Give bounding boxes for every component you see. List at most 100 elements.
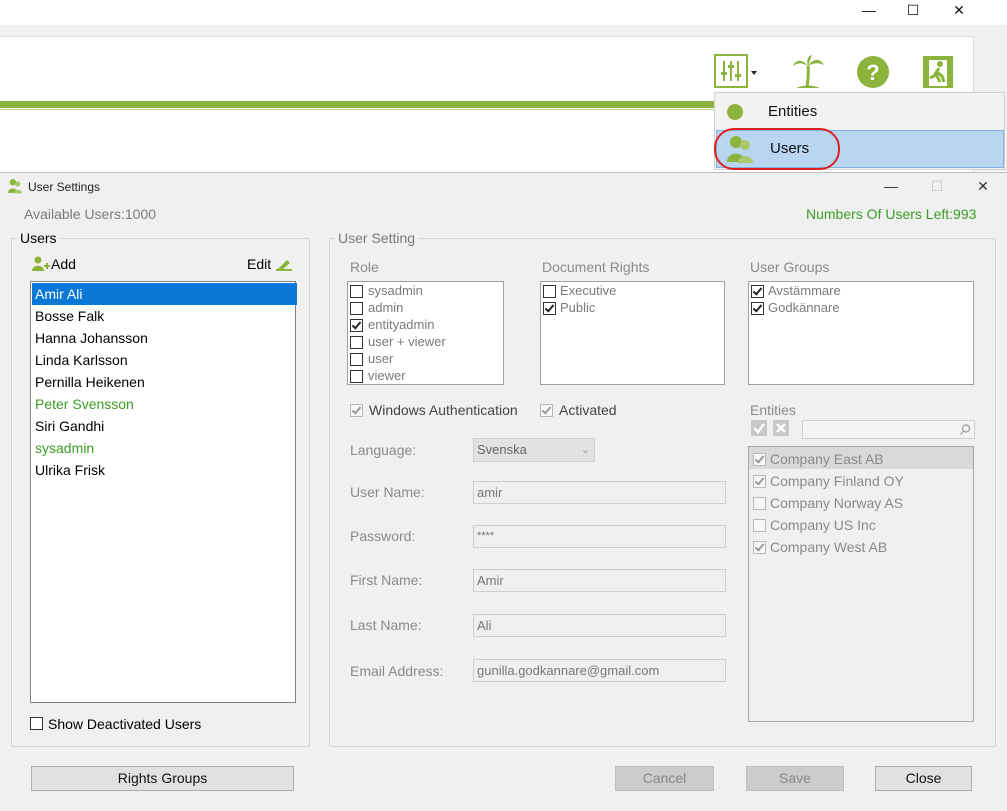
windows-auth-checkbox[interactable] xyxy=(350,404,363,417)
users-icon xyxy=(7,178,23,197)
entity-finland-checkbox[interactable] xyxy=(753,475,766,488)
users-list[interactable]: Amir Ali Bosse Falk Hanna Johansson Lind… xyxy=(30,281,297,703)
language-value: Svenska xyxy=(477,442,527,457)
users-group-legend: Users xyxy=(17,230,60,246)
palm-tree-icon[interactable] xyxy=(790,54,826,90)
user-name-label: User Name: xyxy=(350,484,425,500)
menu-item-label: Entities xyxy=(768,103,818,120)
accent-stripe-thin xyxy=(0,109,714,110)
activated-checkbox[interactable] xyxy=(540,404,553,417)
user-setting-legend: User Setting xyxy=(335,230,419,246)
list-item[interactable]: Linda Karlsson xyxy=(32,349,297,371)
search-icon[interactable] xyxy=(960,423,971,438)
entity-label: Company East AB xyxy=(770,451,884,467)
language-select[interactable]: Svenska ⌄ xyxy=(473,438,595,462)
main-titlebar: — ☐ ✕ xyxy=(0,0,1007,25)
user-group-label: Godkännare xyxy=(768,300,840,315)
last-name-field[interactable]: Ali xyxy=(473,614,726,637)
select-all-check-icon[interactable] xyxy=(751,420,767,436)
language-label: Language: xyxy=(350,442,417,458)
first-name-label: First Name: xyxy=(350,572,423,588)
list-item[interactable]: sysadmin xyxy=(32,437,297,459)
chevron-down-icon: ⌄ xyxy=(580,444,590,456)
main-minimize-button[interactable]: — xyxy=(846,0,892,20)
entities-label: Entities xyxy=(750,402,796,418)
show-deactivated-checkbox[interactable] xyxy=(30,717,43,730)
deselect-all-x-icon[interactable] xyxy=(773,420,789,436)
role-item-label: user + viewer xyxy=(368,334,446,349)
menu-item-entities[interactable]: Entities xyxy=(715,93,1004,131)
entities-search-input[interactable] xyxy=(802,420,975,439)
role-admin-checkbox[interactable] xyxy=(350,302,363,315)
list-item[interactable]: Siri Gandhi xyxy=(32,415,297,437)
role-item-label: sysadmin xyxy=(368,283,423,298)
entity-us-checkbox[interactable] xyxy=(753,519,766,532)
entity-west-checkbox[interactable] xyxy=(753,541,766,554)
highlight-annotation xyxy=(714,128,840,170)
doc-right-label: Public xyxy=(560,300,596,315)
list-item[interactable]: Bosse Falk xyxy=(32,305,297,327)
password-field[interactable]: **** xyxy=(473,525,726,548)
list-item[interactable]: Peter Svensson xyxy=(32,393,297,415)
doc-public-checkbox[interactable] xyxy=(543,302,556,315)
add-user-icon[interactable] xyxy=(32,256,50,275)
edit-pencil-icon[interactable] xyxy=(276,257,292,274)
dialog-maximize-button: ☐ xyxy=(930,178,944,194)
role-entityadmin-checkbox[interactable] xyxy=(350,319,363,332)
doc-right-label: Executive xyxy=(560,283,617,298)
entity-label: Company West AB xyxy=(770,539,888,555)
email-label: Email Address: xyxy=(350,663,444,679)
help-icon[interactable]: ? xyxy=(855,54,891,90)
role-item-label: viewer xyxy=(368,368,406,383)
entity-label: Company US Inc xyxy=(770,517,876,533)
role-user-viewer-checkbox[interactable] xyxy=(350,336,363,349)
main-close-button[interactable]: ✕ xyxy=(936,0,982,20)
role-viewer-checkbox[interactable] xyxy=(350,370,363,383)
entity-label: Company Norway AS xyxy=(770,495,904,511)
doc-executive-checkbox[interactable] xyxy=(543,285,556,298)
role-item-label: admin xyxy=(368,300,404,315)
list-item[interactable]: Hanna Johansson xyxy=(32,327,297,349)
available-users-label: Available Users:1000 xyxy=(24,206,157,222)
email-field[interactable]: gunilla.godkannare@gmail.com xyxy=(473,659,726,682)
list-item[interactable]: Amir Ali xyxy=(32,283,297,305)
user-group-label: Avstämmare xyxy=(768,283,841,298)
role-item-label: entityadmin xyxy=(368,317,435,332)
role-label: Role xyxy=(350,259,379,275)
green-dot-icon xyxy=(727,104,743,123)
user-name-field[interactable]: amir xyxy=(473,481,726,504)
role-user-checkbox[interactable] xyxy=(350,353,363,366)
windows-auth-label: Windows Authentication xyxy=(369,402,518,418)
dialog-close-button[interactable]: ✕ xyxy=(960,176,1006,196)
first-name-field[interactable]: Amir xyxy=(473,569,726,592)
main-maximize-button[interactable]: ☐ xyxy=(890,0,936,20)
users-left-label: Numbers Of Users Left:993 xyxy=(806,206,977,222)
entity-label: Company Finland OY xyxy=(770,473,904,489)
user-groups-label: User Groups xyxy=(750,259,830,275)
list-item[interactable]: Ulrika Frisk xyxy=(32,459,297,481)
add-user-button[interactable]: Add xyxy=(51,256,76,272)
group-godkannare-checkbox[interactable] xyxy=(751,302,764,315)
accent-stripe xyxy=(0,101,714,108)
activated-label: Activated xyxy=(559,402,617,418)
rights-groups-button[interactable]: Rights Groups xyxy=(31,766,294,791)
role-item-label: user xyxy=(368,351,394,366)
save-button[interactable]: Save xyxy=(746,766,844,791)
list-item[interactable]: Pernilla Heikenen xyxy=(32,371,297,393)
dialog-minimize-button[interactable]: — xyxy=(868,176,914,196)
close-button[interactable]: Close xyxy=(875,766,972,791)
cancel-button[interactable]: Cancel xyxy=(615,766,714,791)
exit-icon[interactable] xyxy=(920,54,956,90)
last-name-label: Last Name: xyxy=(350,617,422,633)
dialog-title: User Settings xyxy=(28,180,101,194)
show-deactivated-label: Show Deactivated Users xyxy=(48,716,202,732)
svg-text:?: ? xyxy=(866,60,879,85)
document-rights-label: Document Rights xyxy=(542,259,650,275)
entity-norway-checkbox[interactable] xyxy=(753,497,766,510)
password-label: Password: xyxy=(350,528,416,544)
role-sysadmin-checkbox[interactable] xyxy=(350,285,363,298)
edit-user-button[interactable]: Edit xyxy=(247,256,271,272)
entity-east-checkbox[interactable] xyxy=(753,453,766,466)
group-avstammare-checkbox[interactable] xyxy=(751,285,764,298)
settings-sliders-icon[interactable] xyxy=(714,54,758,90)
